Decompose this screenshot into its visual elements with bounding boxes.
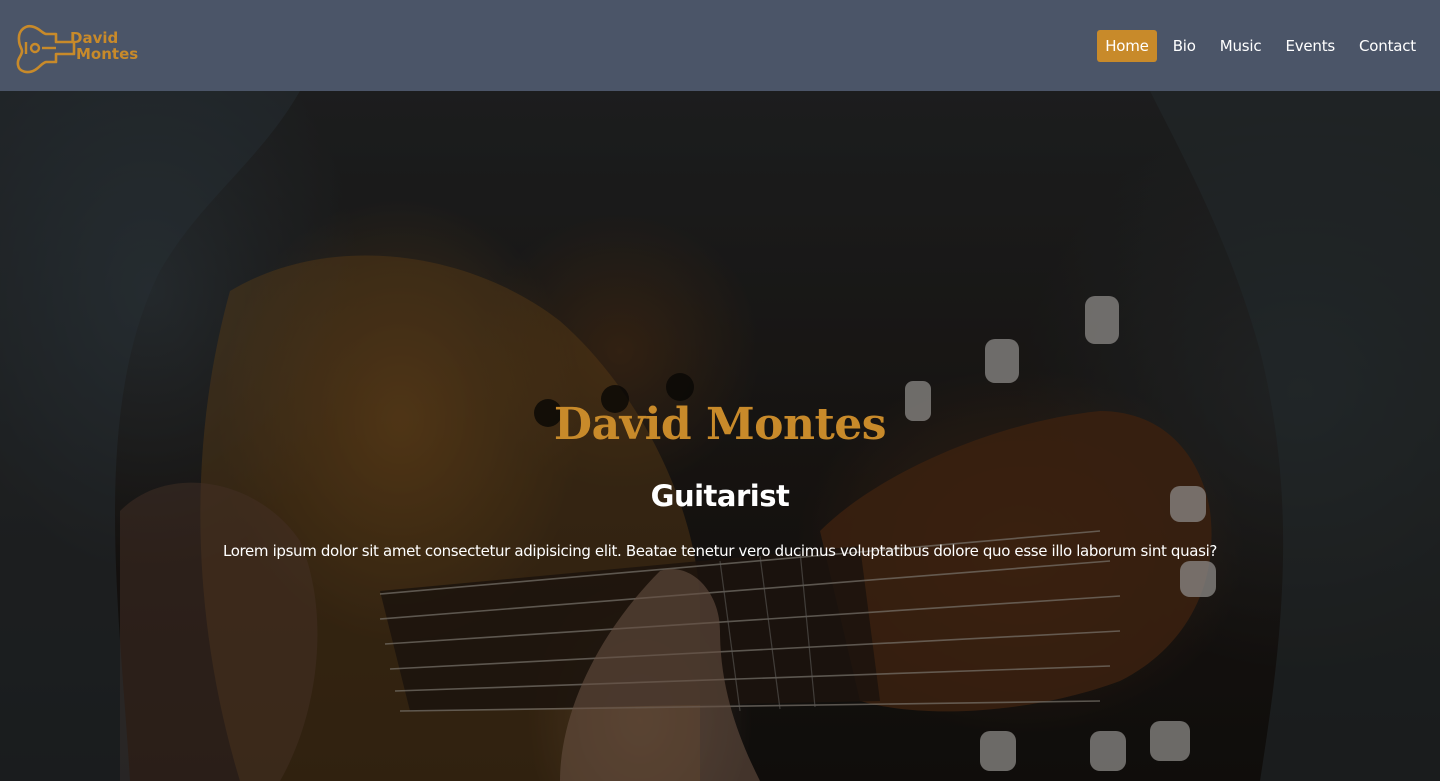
- hero-description: Lorem ipsum dolor sit amet consectetur a…: [222, 542, 1218, 560]
- logo-line-2: Montes: [76, 44, 139, 63]
- nav-home[interactable]: Home: [1097, 29, 1157, 62]
- nav-events[interactable]: Events: [1277, 30, 1343, 62]
- hero-section: David Montes Guitarist Lorem ipsum dolor…: [0, 91, 1440, 781]
- guitar-icon: [16, 24, 76, 73]
- hero-subtitle: Guitarist: [650, 479, 790, 513]
- site-logo[interactable]: David Montes: [16, 16, 138, 76]
- nav-music[interactable]: Music: [1212, 30, 1270, 62]
- logo-wordmark: David Montes: [70, 30, 138, 62]
- navbar: David Montes Home Bio Music Events Conta…: [0, 0, 1440, 91]
- logo-line-1: David: [70, 28, 119, 47]
- nav-contact[interactable]: Contact: [1351, 30, 1424, 62]
- hero-content: David Montes Guitarist Lorem ipsum dolor…: [0, 91, 1440, 781]
- main-nav: Home Bio Music Events Contact: [1089, 29, 1424, 62]
- nav-bio[interactable]: Bio: [1165, 30, 1204, 62]
- hero-title: David Montes: [553, 399, 887, 450]
